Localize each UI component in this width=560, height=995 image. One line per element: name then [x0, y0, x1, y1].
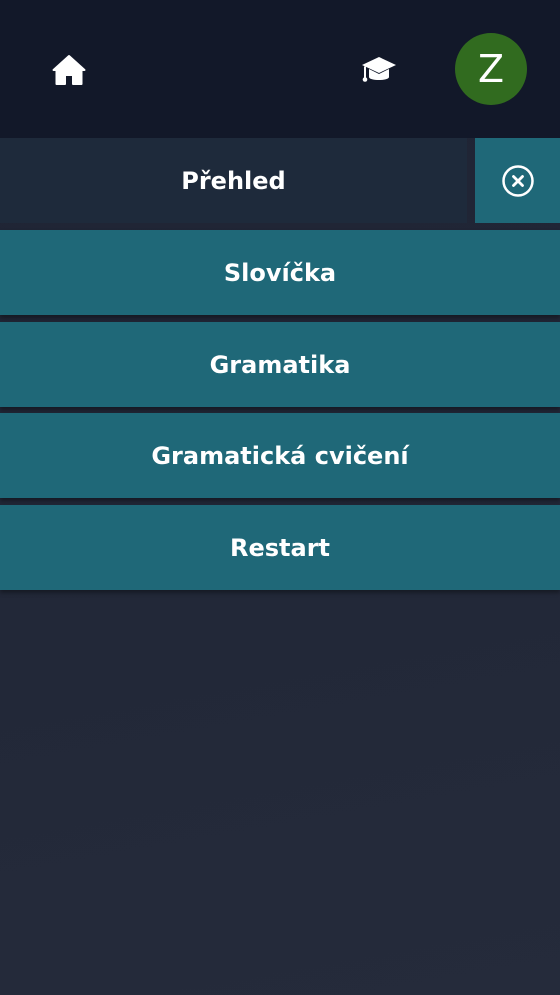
menu-item-label: Gramatika [209, 350, 351, 379]
menu-item-grammar[interactable]: Gramatika [0, 322, 560, 407]
close-menu-button[interactable] [475, 138, 560, 223]
menu-item-label: Gramatická cvičení [151, 441, 409, 470]
home-icon [52, 55, 86, 85]
graduation-cap-icon [362, 57, 396, 82]
close-circle-icon [501, 164, 534, 197]
courses-button[interactable] [357, 50, 401, 90]
menu-item-vocabulary[interactable]: Slovíčka [0, 230, 560, 315]
overview-row: Přehled [0, 138, 560, 223]
menu-item-grammar-exercises[interactable]: Gramatická cvičení [0, 413, 560, 498]
top-bar: Z [0, 0, 560, 138]
user-avatar[interactable]: Z [455, 33, 527, 105]
overview-label: Přehled [181, 166, 286, 195]
menu-item-label: Slovíčka [223, 258, 337, 287]
avatar-letter: Z [477, 47, 505, 91]
home-button[interactable] [49, 50, 89, 90]
menu-item-restart[interactable]: Restart [0, 505, 560, 590]
overview-button[interactable]: Přehled [0, 138, 467, 223]
menu-item-label: Restart [229, 533, 331, 562]
